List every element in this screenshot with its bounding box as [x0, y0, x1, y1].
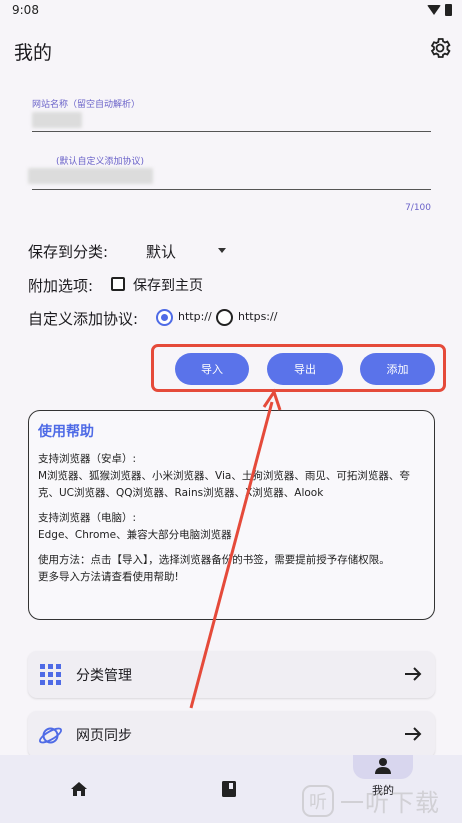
extra-options-label: 附加选项: [28, 277, 94, 295]
save-home-label[interactable]: 保存到主页 [133, 275, 203, 295]
help-desktop: 支持浏览器（电脑）: Edge、Chrome、兼容大部分电脑浏览器 [38, 512, 232, 541]
help-usage: 使用方法：点击【导入】，选择浏览器备份的书签，需要提前授予存储权限。 更多导入方… [38, 554, 390, 583]
https-radio[interactable] [216, 309, 233, 326]
person-icon[interactable] [375, 757, 391, 775]
web-sync-label: 网页同步 [76, 728, 132, 744]
page-title: 我的 [14, 42, 53, 64]
grid-icon [40, 664, 61, 685]
home-icon[interactable] [71, 782, 87, 796]
web-sync-item[interactable]: 网页同步 [28, 711, 435, 758]
watermark: 听 一听下载 [302, 783, 440, 818]
watermark-text: 一听下载 [340, 789, 440, 817]
http-radio[interactable] [156, 309, 173, 326]
category-select[interactable]: 默认 [146, 241, 176, 262]
help-card: 使用帮助 支持浏览器（安卓）: M浏览器、狐猴浏览器、小米浏览器、Via、土狗浏… [28, 410, 435, 620]
add-button[interactable]: 添加 [360, 353, 435, 385]
category-label: 保存到分类: [28, 243, 109, 261]
protocol-field-value[interactable] [28, 168, 153, 184]
category-manage-label: 分类管理 [76, 668, 132, 684]
url-field-underline [32, 131, 431, 132]
category-manage-item[interactable]: 分类管理 [28, 651, 435, 698]
arrow-right-icon [405, 667, 422, 681]
battery-icon [445, 4, 452, 16]
book-icon[interactable] [222, 781, 236, 797]
help-title[interactable]: 使用帮助 [38, 421, 425, 441]
export-button[interactable]: 导出 [267, 353, 343, 385]
help-android: 支持浏览器（安卓）: M浏览器、狐猴浏览器、小米浏览器、Via、土狗浏览器、雨见… [38, 453, 410, 499]
protocol-field-underline [32, 189, 431, 190]
status-bar: 9:08 [0, 0, 462, 22]
chevron-down-icon[interactable] [218, 248, 226, 253]
arrow-right-icon [405, 727, 422, 741]
planet-icon [39, 727, 62, 744]
char-counter: 7/100 [405, 203, 431, 213]
url-field-value[interactable] [32, 112, 82, 128]
http-label[interactable]: http:// [178, 310, 212, 323]
protocol-field-label: (默认自定义添加协议) [56, 157, 145, 167]
url-field-label: 网站名称（留空自动解析） [32, 100, 141, 110]
status-icons [427, 4, 452, 16]
status-time: 9:08 [12, 3, 39, 17]
import-button[interactable]: 导入 [175, 353, 249, 385]
protocol-row-label: 自定义添加协议: [28, 310, 139, 328]
gear-icon[interactable] [428, 36, 452, 60]
save-home-checkbox[interactable] [111, 277, 125, 291]
watermark-logo: 听 [302, 784, 334, 817]
wifi-icon [427, 5, 441, 15]
https-label[interactable]: https:// [238, 310, 277, 323]
